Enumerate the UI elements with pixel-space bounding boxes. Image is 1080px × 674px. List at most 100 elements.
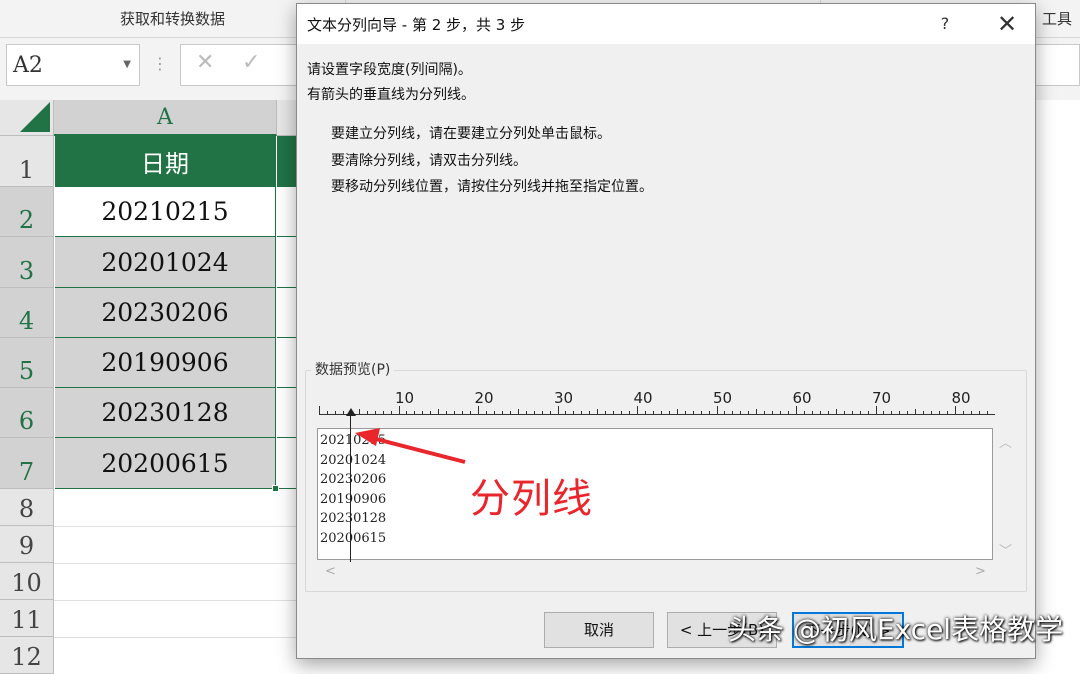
ruler-tick	[382, 411, 384, 415]
preview-line: 20200615	[320, 531, 387, 546]
ruler-tick	[549, 411, 551, 415]
row-header[interactable]: 3	[0, 237, 54, 288]
dialog-titlebar[interactable]: 文本分列向导 - 第 2 步，共 3 步 ? ✕	[297, 4, 1035, 44]
data-preview-label: 数据预览(P)	[311, 359, 395, 379]
select-all-corner[interactable]	[0, 100, 54, 136]
column-header-b[interactable]	[277, 100, 297, 136]
cell-b[interactable]	[277, 438, 297, 489]
ruler-tick	[676, 409, 678, 415]
column-header-a[interactable]: A	[54, 100, 277, 136]
more-icon: ⋮	[152, 54, 168, 73]
cell-b[interactable]	[277, 288, 297, 338]
cancel-button[interactable]: 取消	[544, 612, 654, 648]
column-break-line[interactable]	[350, 410, 351, 562]
ruler-tick	[446, 411, 448, 415]
ruler-tick	[541, 411, 543, 415]
row-header[interactable]: 1	[0, 136, 54, 187]
close-button[interactable]: ✕	[985, 8, 1029, 40]
scroll-down-icon[interactable]: ﹀	[999, 540, 1012, 559]
ruler-tick	[525, 411, 527, 415]
ruler-tick	[430, 411, 432, 415]
ruler-tick	[939, 411, 941, 415]
ruler-tick	[724, 411, 726, 415]
ruler-tick	[891, 411, 893, 415]
ruler-tick	[970, 411, 972, 415]
data-cell[interactable]: 20190906	[55, 338, 276, 388]
ruler-tick	[986, 411, 988, 415]
preview-line: 20210215	[320, 433, 387, 448]
ruler-tick	[462, 411, 464, 415]
row-header[interactable]: 12	[0, 637, 54, 674]
ruler-tick	[859, 411, 861, 415]
row-header[interactable]: 7	[0, 438, 54, 489]
ruler-tick	[684, 411, 686, 415]
cell-b-header[interactable]	[277, 136, 297, 187]
data-cell[interactable]: 20230128	[55, 388, 276, 438]
ruler-tick	[931, 411, 933, 415]
ruler-tick	[947, 411, 949, 415]
row-header[interactable]: 10	[0, 563, 54, 600]
ruler-tick	[756, 409, 758, 415]
ruler-tick	[509, 411, 511, 415]
ruler-tick	[390, 411, 392, 415]
ribbon-tools-label: 工具	[1041, 10, 1072, 28]
header-cell-date[interactable]: 日期	[55, 136, 276, 187]
ruler-tick	[867, 411, 869, 415]
cancel-icon[interactable]: ✕	[196, 52, 214, 74]
ruler-tick	[962, 411, 964, 415]
help-button[interactable]: ?	[925, 10, 965, 38]
enter-icon[interactable]: ✓	[242, 52, 260, 74]
ruler-tick	[644, 411, 646, 415]
row-header[interactable]: 5	[0, 338, 54, 388]
fill-handle[interactable]	[272, 485, 279, 492]
ruler-tick	[581, 411, 583, 415]
ruler-tick	[811, 411, 813, 415]
cell-b[interactable]	[277, 187, 297, 237]
ruler-tick	[533, 411, 535, 415]
instruction-line: 有箭头的垂直线为分列线。	[307, 87, 475, 103]
scroll-right-icon[interactable]: >	[975, 564, 986, 579]
ruler-label: 40	[633, 389, 653, 407]
data-cell[interactable]: 20200615	[55, 438, 276, 489]
column-ruler[interactable]: 10 20 30 40 50 60 70 80	[319, 389, 995, 415]
text-to-columns-dialog: 文本分列向导 - 第 2 步，共 3 步 ? ✕ 请设置字段宽度(列间隔)。 有…	[296, 3, 1036, 659]
dialog-title: 文本分列向导 - 第 2 步，共 3 步	[307, 16, 526, 34]
ruler-label: 30	[553, 389, 574, 407]
chevron-down-icon[interactable]: ▼	[123, 59, 131, 70]
data-cell[interactable]: 20230206	[55, 288, 276, 338]
row-header[interactable]: 2	[0, 187, 54, 237]
ruler-tick	[819, 411, 821, 415]
ruler-tick	[334, 411, 336, 415]
ruler-tick	[700, 411, 702, 415]
ribbon-group-get-transform: 获取和转换数据	[119, 10, 225, 28]
column-break-arrow[interactable]	[346, 408, 356, 416]
gridline	[54, 637, 296, 638]
ruler-tick	[875, 406, 877, 415]
ruler-tick	[438, 409, 440, 415]
ruler-tick	[565, 411, 567, 415]
row-header[interactable]: 9	[0, 526, 54, 563]
formula-input[interactable]	[1035, 44, 1080, 86]
row-header[interactable]: 11	[0, 600, 54, 637]
ruler-tick	[501, 411, 503, 415]
data-cell[interactable]: 20210215	[55, 187, 276, 237]
preview-line: 20190906	[320, 491, 387, 507]
row-header[interactable]: 6	[0, 388, 54, 438]
data-preview-pane[interactable]: 20210215 20201024 20230206 20190906 20230128…	[317, 428, 993, 560]
cell-b[interactable]	[277, 338, 297, 388]
row-header[interactable]: 8	[0, 489, 54, 526]
ruler-label: 80	[951, 389, 971, 407]
cell-b[interactable]	[277, 388, 297, 438]
row-header[interactable]: 4	[0, 288, 54, 338]
scroll-up-icon[interactable]: ︿	[999, 432, 1012, 451]
ruler-tick	[915, 409, 917, 415]
cell-b[interactable]	[277, 237, 297, 288]
annotation-label: 分列线	[470, 476, 593, 522]
name-box[interactable]: A2 ▼	[6, 44, 140, 86]
instruction-bullet: 要建立分列线，请在要建立分列处单击鼠标。	[331, 126, 611, 142]
ruler-tick	[637, 406, 638, 415]
scroll-left-icon[interactable]: <	[325, 564, 336, 579]
ruler-tick	[851, 411, 853, 415]
ruler-tick	[883, 411, 885, 415]
data-cell[interactable]: 20201024	[55, 237, 276, 288]
